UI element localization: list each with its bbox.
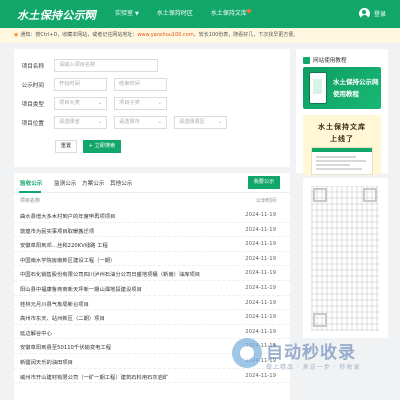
item-name[interactable]: 敦煌市为民实事项目取暖搬迁项 <box>20 227 94 235</box>
library-banner-line2: 上线了 <box>330 134 354 143</box>
announcement-tabs: 验收公示 监测公示 方案公示 其他公示 我要公示 <box>14 173 290 193</box>
reset-button[interactable]: 重置 <box>55 140 77 153</box>
start-date-input[interactable]: 开始时间 <box>54 78 107 91</box>
chevron-down-icon: ⌄ <box>157 100 162 106</box>
library-screenshot-illustration <box>311 147 373 175</box>
project-category-select[interactable]: 项目大类 ⌄ <box>54 97 107 110</box>
tab-acceptance[interactable]: 验收公示 <box>20 179 42 187</box>
tab-plan[interactable]: 方案公示 <box>82 179 104 187</box>
qr-code-panel <box>303 178 388 338</box>
item-date: 2024-11-19 <box>245 255 276 262</box>
user-avatar-icon <box>358 8 370 19</box>
item-name[interactable]: 延边解谷中心 <box>20 329 52 337</box>
item-date: 2024-11-19 <box>245 212 276 218</box>
col-header-name: 项目名称 <box>20 198 41 204</box>
tutorial-banner-line2: 使用教程 <box>333 90 359 98</box>
item-date: 2024-11-19 <box>245 241 276 248</box>
end-date-input[interactable]: 结束时间 <box>114 78 167 91</box>
tab-monitoring[interactable]: 监测公示 <box>54 179 76 187</box>
tab-other[interactable]: 其他公示 <box>110 179 132 187</box>
item-name[interactable]: 安徽阜阳到邓…丝和220KV线路 工程 <box>20 241 108 249</box>
list-item[interactable]: 阳山县中福康鲁商商新天坪新一期山潭地段建设项目 2024-11-19 <box>14 281 290 296</box>
notice-bar: ◉ 通知：按Ctrl+D，收藏本网站，或者记住网站地址：www.yanshou10… <box>0 28 400 43</box>
label-project-name: 项目名称 <box>21 63 44 70</box>
item-name[interactable]: 高州市东天、站州新区（二期）项目 <box>20 314 105 322</box>
search-row-date: 公示时间 开始时间 结束时间 <box>14 78 167 91</box>
label-project-location: 项目位置 <box>21 120 44 127</box>
list-item[interactable]: 安徽阜阳到邓…丝和220KV线路 工程 2024-11-19 <box>14 237 290 252</box>
watermark-subtext: 做上精品 · 来访一步 · 秒收录 <box>266 364 361 371</box>
chevron-down-icon: ⌄ <box>217 119 222 125</box>
tutorial-section-title: 网站使用教程 <box>303 56 347 64</box>
list-header: 项目名称 公示时间 <box>14 194 290 207</box>
item-date: 2024-11-19 <box>245 314 276 321</box>
chevron-down-icon: ▼ <box>135 11 139 17</box>
item-name[interactable]: 新疆阔天乐的油田项目 <box>20 358 73 366</box>
item-date: 2024-11-19 <box>245 270 276 277</box>
item-name[interactable]: 中国石化销售股份有限公司四川泸州石油分公司日盛地项桶（新南）油库项目 <box>20 270 200 278</box>
watermark-text: 自动秒收录 <box>266 343 356 363</box>
qr-finder-pattern <box>313 313 327 327</box>
active-tab-indicator <box>19 191 41 193</box>
label-project-type: 项目类型 <box>21 101 44 108</box>
col-header-date: 公示时间 <box>255 198 276 204</box>
tutorial-banner-line1: 水土保持公示网 <box>333 78 379 86</box>
chevron-down-icon: ⌄ <box>97 119 102 125</box>
search-panel: 项目名称 请输入项目名称 公示时间 开始时间 结束时间 项目类型 项目大类 ⌄ 项… <box>14 49 290 167</box>
list-item[interactable]: 敦煌市为民实事项目取暖搬迁项 2024-11-19 <box>14 223 290 238</box>
item-name[interactable]: 安徽阜阳到县至50110千伏输变电工程 <box>20 343 111 351</box>
item-date: 2024-11-19 <box>245 328 276 335</box>
list-item[interactable]: 中国石化销售股份有限公司四川泸州石油分公司日盛地项桶（新南）油库项目 2024-1… <box>14 266 290 281</box>
qr-finder-pattern <box>363 188 377 202</box>
search-row-name: 项目名称 请输入项目名称 <box>14 59 158 72</box>
project-name-input[interactable]: 请输入项目名称 <box>54 59 158 72</box>
sidebar: 网站使用教程 水土保持公示网 使用教程 水土保持文库 上线了 <box>296 49 388 175</box>
watermark-overlay: 自动秒收录 做上精品 · 来访一步 · 秒收录 <box>232 336 400 376</box>
list-item[interactable]: 高州市东天、站州新区（二期）项目 2024-11-19 <box>14 310 290 325</box>
search-button[interactable]: + 立即搜索 <box>83 140 121 153</box>
notice-suffix: ，较长100份表，随看好几，下次找早更方便。 <box>193 32 299 38</box>
project-subcategory-select[interactable]: 项目子类 ⌄ <box>114 97 167 110</box>
item-date: 2024-11-19 <box>245 284 276 291</box>
top-navbar: 水土保持公示网 首页 实验室 ▼ 水土保持时区 水土保持文库 登录 <box>0 0 400 28</box>
tutorial-banner[interactable]: 水土保持公示网 使用教程 <box>303 67 381 109</box>
item-date: 2024-11-19 <box>245 226 276 233</box>
label-publish-date: 公示时间 <box>21 82 44 89</box>
list-item[interactable]: 桂林元月川县气象局新台项目 2024-11-19 <box>14 296 290 311</box>
city-select[interactable]: 请选择市 ⌄ <box>114 116 167 129</box>
library-banner-line1: 水土保持文库 <box>318 122 366 131</box>
list-item[interactable]: 中国南水学院房南新区建设工程（一期） 2024-11-19 <box>14 252 290 267</box>
list-item[interactable]: 曲水县增大多木村到户的年度申再项项目 2024-11-19 <box>14 208 290 223</box>
library-banner[interactable]: 水土保持文库 上线了 <box>303 115 381 175</box>
login-button[interactable]: 登录 <box>358 8 386 19</box>
qr-code-image <box>311 186 379 331</box>
item-name[interactable]: 中国南水学院房南新区建设工程（一期） <box>20 256 115 264</box>
login-label: 登录 <box>373 11 386 18</box>
nav-item-home[interactable]: 首页 <box>76 0 106 28</box>
new-dot-badge <box>246 9 251 13</box>
item-date: 2024-11-19 <box>245 299 276 306</box>
nav-item-library[interactable]: 水土保持文库 <box>202 0 256 28</box>
item-name[interactable]: 曲水县增大多木村到户的年度申再项项目 <box>20 212 115 220</box>
item-name[interactable]: 威州市开山建材有限公司（一矿一期工程）建筑石料用石灰岩矿 <box>20 373 168 381</box>
province-select[interactable]: 请选择省 ⌄ <box>54 116 107 129</box>
publish-button[interactable]: 我要公示 <box>248 176 280 189</box>
speaker-icon: ◉ <box>14 32 19 38</box>
qr-finder-pattern <box>313 188 327 202</box>
notice-prefix: 通知：按Ctrl+D，收藏本网站，或者记住网站地址： <box>20 32 138 38</box>
search-row-location: 项目位置 请选择省 ⌄ 请选择市 ⌄ 请选择县区 ⌄ <box>14 116 227 129</box>
watermark-logo-icon <box>232 338 262 368</box>
item-name[interactable]: 桂林元月川县气象局新台项目 <box>20 300 89 308</box>
search-row-type: 项目类型 项目大类 ⌄ 项目子类 ⌄ <box>14 97 167 110</box>
notice-site-link[interactable]: www.yanshou100.com <box>137 32 193 38</box>
item-name[interactable]: 阳山县中福康鲁商商新天坪新一期山潭地段建设项目 <box>20 285 142 293</box>
main-nav: 首页 实验室 ▼ 水土保持时区 水土保持文库 <box>76 0 256 28</box>
chevron-down-icon: ⌄ <box>157 119 162 125</box>
nav-item-lab[interactable]: 实验室 ▼ <box>106 0 148 28</box>
book-icon <box>303 56 310 64</box>
nav-item-timezone[interactable]: 水土保持时区 <box>148 0 202 28</box>
county-select[interactable]: 请选择县区 ⌄ <box>174 116 227 129</box>
phone-illustration <box>309 72 327 104</box>
chevron-down-icon: ⌄ <box>97 100 102 106</box>
